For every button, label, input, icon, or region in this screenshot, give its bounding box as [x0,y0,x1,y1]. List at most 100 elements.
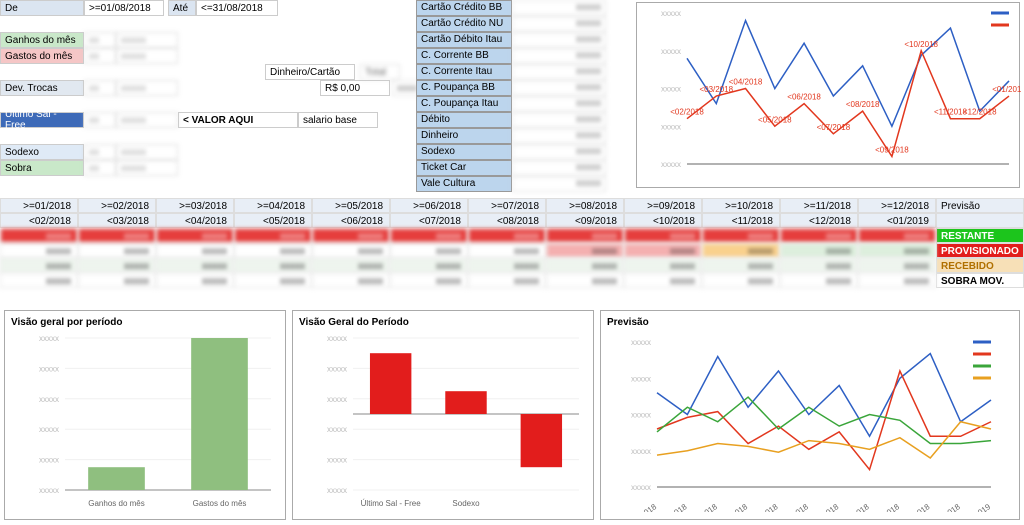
month-cell[interactable]: xxxxx [468,243,546,258]
month-cell[interactable]: xxxxx [780,228,858,243]
pay-method-row[interactable]: C. Corrente BB xxxxx [416,48,606,64]
month-header: <05/2018 [234,213,312,228]
month-cell[interactable]: xxxxx [0,243,78,258]
month-cell[interactable]: xxxxx [390,273,468,288]
pay-method-label: Cartão Débito Itau [416,32,512,48]
pay-method-row[interactable]: Débito xxxxx [416,112,606,128]
month-header: <06/2018 [312,213,390,228]
month-header: >=05/2018 [312,198,390,213]
svg-text:xxxxx: xxxxx [661,122,681,131]
month-cell[interactable]: xxxxx [312,273,390,288]
blurred-value: xxxxx [116,80,178,96]
pay-method-row[interactable]: Vale Cultura xxxxx [416,176,606,192]
pay-method-row[interactable]: Cartão Crédito BB xxxxx [416,0,606,16]
month-cell[interactable]: xxxxx [468,258,546,273]
blurred-value: xxxxx [512,80,606,96]
month-cell[interactable]: xxxxx [624,243,702,258]
pay-method-label: Cartão Crédito BB [416,0,512,16]
month-cell[interactable]: xxxxx [546,273,624,288]
pay-method-label: C. Corrente BB [416,48,512,64]
month-cell[interactable]: xxxxx [0,228,78,243]
month-cell[interactable]: xxxxx [546,228,624,243]
month-cell[interactable]: xxxxx [78,228,156,243]
month-cell[interactable]: xxxxx [78,258,156,273]
month-cell[interactable]: xxxxx [234,273,312,288]
blurred-value: xxxxx [512,16,606,32]
blurred-value: xxxxx [512,48,606,64]
month-cell[interactable]: xxxxx [702,228,780,243]
month-cell[interactable]: xxxxx [858,243,936,258]
valor-aqui-label: < VALOR AQUI [178,112,298,128]
month-cell[interactable]: xxxxx [234,228,312,243]
month-cell[interactable]: xxxxx [780,243,858,258]
blurred-value: xxxxx [512,64,606,80]
blurred-value: xxxxx [116,48,178,64]
svg-text:<09/2018: <09/2018 [838,502,871,512]
month-header-last: Previsão [936,198,1024,213]
pay-method-label: Débito [416,112,512,128]
svg-text:xxxxx: xxxxx [39,456,59,465]
month-cell[interactable]: xxxxx [702,273,780,288]
month-cell[interactable]: xxxxx [624,258,702,273]
panel-bar-periodo: Visão geral por período xxxxxxxxxxxxxxxx… [4,310,286,520]
month-cell[interactable]: xxxxx [0,258,78,273]
month-cell[interactable]: xxxxx [78,273,156,288]
month-cell[interactable]: xxxxx [468,228,546,243]
month-cell[interactable]: xxxxx [156,243,234,258]
month-header: >=02/2018 [78,198,156,213]
bottom-charts: Visão geral por período xxxxxxxxxxxxxxxx… [0,306,1024,524]
pay-method-label: Ticket Car [416,160,512,176]
pay-method-row[interactable]: C. Poupança Itau xxxxx [416,96,606,112]
month-cell[interactable]: xxxxx [312,228,390,243]
month-header: >=09/2018 [624,198,702,213]
pay-method-row[interactable]: Dinheiro xxxxx [416,128,606,144]
month-cell[interactable]: xxxxx [390,258,468,273]
svg-text:<10/2018: <10/2018 [868,502,901,512]
summary-gastos-label: Gastos do mês [0,48,84,64]
month-cell[interactable]: xxxxx [234,243,312,258]
month-cell[interactable]: xxxxx [156,228,234,243]
filter-de-value[interactable]: >=01/08/2018 [84,0,164,16]
svg-text:<07/2018: <07/2018 [817,123,851,132]
month-cell[interactable]: xxxxx [234,258,312,273]
pay-method-row[interactable]: Ticket Car xxxxx [416,160,606,176]
svg-text:<12/2018: <12/2018 [929,502,962,512]
month-cell[interactable]: xxxxx [156,273,234,288]
month-cell[interactable]: xxxxx [702,258,780,273]
dinheiro-value[interactable]: R$ 0,00 [320,80,390,96]
month-cell[interactable]: xxxxx [546,258,624,273]
month-header: >=12/2018 [858,198,936,213]
month-cell[interactable]: xxxxx [858,258,936,273]
pay-method-label: Sodexo [416,144,512,160]
month-cell[interactable]: xxxxx [780,258,858,273]
svg-text:<12/2018: <12/2018 [963,108,997,117]
month-cell[interactable]: xxxxx [624,273,702,288]
blurred-value: xxxxx [116,144,178,160]
pay-method-row[interactable]: Cartão Crédito NU xxxxx [416,16,606,32]
month-cell[interactable]: xxxxx [780,273,858,288]
pay-method-row[interactable]: Sodexo xxxxx [416,144,606,160]
blurred-value: xxxxx [512,128,606,144]
month-cell[interactable]: xxxxx [390,228,468,243]
month-cell[interactable]: xxxxx [390,243,468,258]
month-cell[interactable]: xxxxx [858,273,936,288]
pay-method-row[interactable]: Cartão Débito Itau xxxxx [416,32,606,48]
month-cell[interactable]: xxxxx [78,243,156,258]
pay-method-row[interactable]: C. Poupança BB xxxxx [416,80,606,96]
pay-method-row[interactable]: C. Corrente Itau xxxxx [416,64,606,80]
month-header: >=03/2018 [156,198,234,213]
svg-text:<05/2018: <05/2018 [717,502,750,512]
month-cell[interactable]: xxxxx [624,228,702,243]
blurred-value: xxxxx [512,0,606,16]
month-cell[interactable]: xxxxx [468,273,546,288]
month-cell[interactable]: xxxxx [546,243,624,258]
month-cell[interactable]: xxxxx [156,258,234,273]
month-header: <09/2018 [546,213,624,228]
month-cell[interactable]: xxxxx [312,243,390,258]
month-cell[interactable]: xxxxx [0,273,78,288]
month-cell[interactable]: xxxxx [312,258,390,273]
month-cell[interactable]: xxxxx [702,243,780,258]
filter-ate-value[interactable]: <=31/08/2018 [196,0,278,16]
pay-method-label: Dinheiro [416,128,512,144]
month-cell[interactable]: xxxxx [858,228,936,243]
